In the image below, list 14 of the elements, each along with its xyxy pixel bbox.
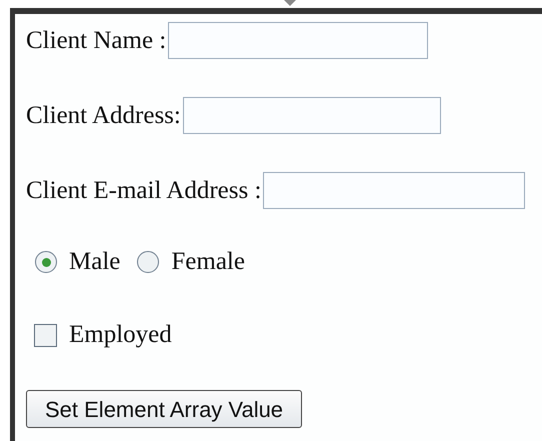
caret-icon [284,0,296,6]
text-field[interactable] [168,22,428,59]
set-value-button[interactable]: Set Element Array Value [26,390,302,428]
field-label: Client Address: [26,100,181,131]
radio-label: Male [69,247,120,278]
text-field[interactable] [263,172,526,209]
text-field[interactable] [182,97,441,134]
radio-label: Female [171,247,245,278]
checkbox[interactable] [34,324,57,346]
field-label: Client E-mail Address : [26,176,262,206]
radio-button[interactable] [137,251,160,273]
checkbox-label: Employed [69,320,172,350]
field-label: Client Name : [26,26,166,56]
radio-button[interactable] [35,251,57,273]
